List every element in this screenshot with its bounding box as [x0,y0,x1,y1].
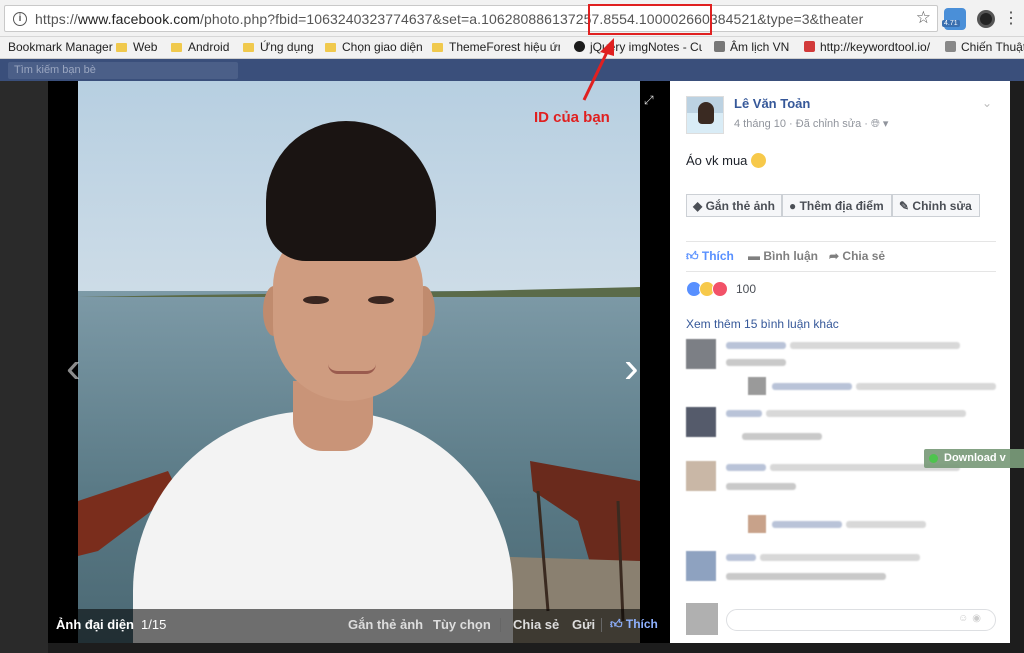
bookmark-item[interactable]: Chọn giao diện [325,40,423,54]
facebook-header: Tìm kiếm bạn bè [0,59,1024,81]
options-button[interactable]: Tùy chọn [433,617,491,632]
photo-image[interactable] [78,81,640,643]
smile-emoji-icon [751,153,767,168]
address-bar-row: i https://www.facebook.com/photo.php?fbi… [0,0,1024,37]
jquery-icon [574,41,585,52]
info-icon[interactable]: i [13,12,27,26]
commenter-avatar[interactable] [686,461,716,491]
tag-icon: ◆ [693,199,703,213]
divider [686,271,996,272]
post-date[interactable]: 4 tháng 10 [734,118,786,130]
send-button[interactable]: Gửi [572,617,595,632]
photo-counter: 1/15 [141,617,167,632]
annotation-label: ID của bạn [534,109,610,126]
post-caption: Áo vk mua [686,153,767,168]
previous-photo-chevron-icon[interactable]: ‹ [66,343,81,393]
url-input[interactable]: i https://www.facebook.com/photo.php?fbi… [4,5,938,32]
camera-extension-icon[interactable] [977,10,995,28]
post-sidebar: Lê Văn Toản 4 tháng 10 · Đã chỉnh sửa · … [670,81,1010,643]
comment-item [686,551,996,591]
bookmark-item[interactable]: ThemeForest hiệu ứng [432,40,560,54]
post-actions: 👍︎ Thích ▬ Bình luận ➦ Chia sẻ [686,249,996,267]
site-icon [714,41,725,52]
like-button[interactable]: 👍︎ Thích [610,617,658,632]
photo-action-bar: Ảnh đại diện 1/15 Gắn thẻ ảnh Tùy chọn C… [48,609,670,643]
extension-badge: 4.71 [942,20,960,27]
thumbs-up-icon: 👍︎ [610,617,623,631]
comment-action[interactable]: ▬ Bình luận [748,249,818,263]
annotation-highlight-box [588,4,712,35]
share-action[interactable]: ➦ Chia sẻ [829,249,885,263]
url-host: www.facebook.com [77,11,201,27]
commenter-avatar[interactable] [686,407,716,437]
album-name[interactable]: Ảnh đại diện [56,617,134,632]
bookmark-item[interactable]: Android [171,40,229,54]
bookmark-item[interactable]: http://keywordtool.io/ [804,40,932,54]
reactions-count: 100 [736,282,757,296]
menu-icon[interactable]: ⋮ [1003,8,1019,28]
comment-item [686,407,996,447]
comment-icon: ▬ [748,249,760,263]
folder-icon [432,43,443,52]
like-action[interactable]: 👍︎ Thích [686,249,734,264]
author-avatar[interactable] [686,96,724,134]
post-options-chevron-icon[interactable]: ⌄ [982,96,992,110]
facebook-search-input[interactable]: Tìm kiếm bạn bè [8,62,238,79]
site-icon [804,41,815,52]
comment-composer: ☺◉ [686,603,996,635]
download-icon [929,454,938,463]
tag-photo-button[interactable]: Gắn thẻ ảnh [348,617,423,632]
comment-input[interactable]: ☺◉ [726,609,996,631]
bookmarks-bar: Bookmark Manager Web Android Ứng dụng Ch… [0,37,1024,59]
dimmed-page-background [0,81,48,653]
download-video-badge[interactable]: Download v [924,449,1024,468]
url-text: https://www.facebook.com/photo.php?fbid=… [35,11,863,27]
globe-icon[interactable]: 🌐︎ [871,118,880,130]
next-photo-chevron-icon[interactable]: › [624,343,639,393]
commenter-avatar[interactable] [686,339,716,369]
comment-item [686,461,996,533]
folder-icon [325,43,336,52]
share-icon: ➦ [829,249,840,263]
tag-photo-button[interactable]: ◆ Gắn thẻ ảnh [686,194,782,217]
url-tail: &type=3&theater [757,11,864,27]
bookmark-item[interactable]: Ứng dụng [243,40,314,54]
bookmark-item[interactable]: Âm lịch VN [714,40,789,54]
url-path: /photo.php?fbid=1063240323774637&set=a.1… [200,11,639,27]
love-reaction-icon [712,281,728,297]
commenter-avatar[interactable] [686,551,716,581]
bookmark-item[interactable]: jQuery imgNotes - Cu [574,40,702,54]
edited-label[interactable]: Đã chỉnh sửa [796,118,861,130]
extension-icon[interactable]: 4.71 [942,8,966,30]
bookmark-item[interactable]: Web [116,40,157,54]
comment-item [686,339,996,399]
edit-button[interactable]: ✎ Chỉnh sửa [892,194,980,217]
photo-theater: ‹ › ⤢ ID của bạn Ảnh đại diện 1/15 Gắn t… [48,81,670,643]
bookmark-item[interactable]: Bookmark Manager [8,40,113,54]
chevron-down-icon[interactable]: ▾ [883,118,889,130]
divider [686,241,996,242]
thumbs-up-icon: 👍︎ [686,249,699,263]
emoji-camera-icons[interactable]: ☺◉ [958,613,985,624]
fullscreen-expand-icon[interactable]: ⤢ [644,93,654,108]
browser-window: i https://www.facebook.com/photo.php?fbi… [0,0,1024,653]
site-icon [945,41,956,52]
view-more-comments-link[interactable]: Xem thêm 15 bình luận khác [686,317,839,331]
url-scheme: https:// [35,11,78,27]
folder-icon [243,43,254,52]
bookmark-star-icon[interactable]: ☆ [916,8,931,28]
folder-icon [171,43,182,52]
add-location-button[interactable]: ● Thêm địa điểm [782,194,892,217]
bookmark-item[interactable]: Chiến Thuật [945,40,1024,54]
dimmed-page-background-right [1010,81,1024,653]
share-button[interactable]: Chia sẻ [513,617,559,632]
folder-icon [116,43,127,52]
pencil-icon: ✎ [899,199,910,213]
location-pin-icon: ● [789,199,797,213]
viewer-avatar [686,603,718,635]
author-name[interactable]: Lê Văn Toản [734,96,810,111]
post-meta: 4 tháng 10 · Đã chỉnh sửa · 🌐︎ ▾ [734,118,889,130]
